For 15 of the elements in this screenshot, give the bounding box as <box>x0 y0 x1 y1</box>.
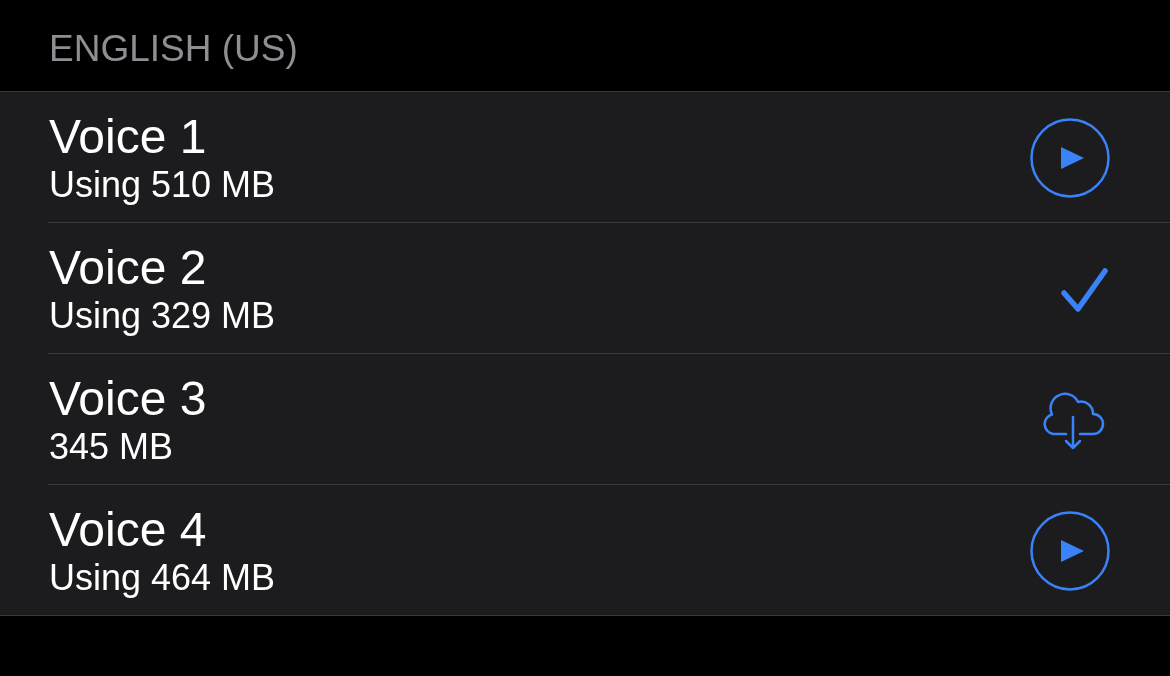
play-icon <box>1030 511 1110 591</box>
play-button[interactable] <box>1030 118 1110 198</box>
cloud-download-icon <box>1040 391 1106 452</box>
play-icon <box>1030 118 1110 198</box>
voice-size: Using 329 MB <box>49 295 276 337</box>
voice-size: Using 464 MB <box>49 557 276 599</box>
voice-name: Voice 3 <box>49 372 207 426</box>
voice-size: Using 510 MB <box>49 164 276 206</box>
play-button[interactable] <box>1030 511 1110 591</box>
voice-name: Voice 2 <box>49 241 207 295</box>
voice-name: Voice 1 <box>49 110 207 164</box>
voice-name: Voice 4 <box>49 503 207 557</box>
section-header: ENGLISH (US) <box>49 28 298 70</box>
voice-size: 345 MB <box>49 426 174 468</box>
download-button[interactable] <box>1040 391 1106 452</box>
